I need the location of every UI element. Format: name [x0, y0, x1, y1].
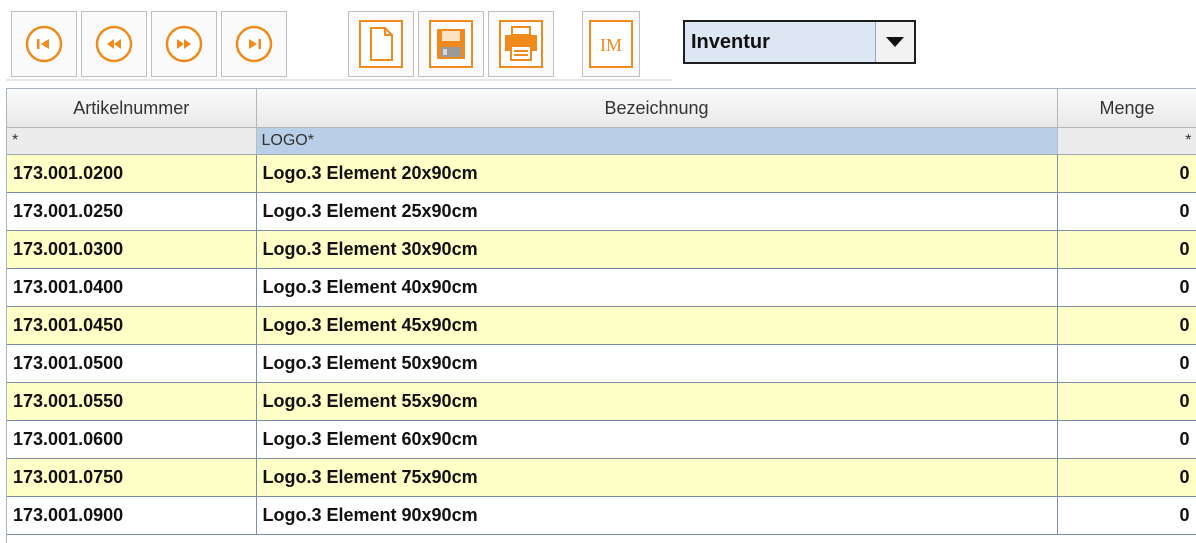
cell-bezeichnung[interactable]: Logo.3 Element 50x90cm — [256, 344, 1058, 383]
cell-bezeichnung[interactable]: Logo.3 Element 60x90cm — [256, 420, 1058, 459]
filter-menge[interactable]: * — [1057, 127, 1196, 155]
cell-artikelnummer[interactable]: 173.001.0900 — [7, 496, 257, 535]
table-row[interactable]: 173.001.0900 Logo.3 Element 90x90cm 0 — [7, 496, 1196, 535]
mode-select[interactable]: Inventur — [683, 20, 916, 64]
cell-artikelnummer[interactable]: 173.001.0450 — [7, 306, 257, 345]
printer-icon — [499, 20, 543, 68]
im-button[interactable]: IM — [582, 11, 640, 77]
im-icon: IM — [589, 20, 633, 68]
cell-artikelnummer[interactable]: 173.001.0250 — [7, 192, 257, 231]
cell-menge[interactable]: 0 — [1057, 268, 1196, 307]
mode-select-value[interactable]: Inventur — [685, 22, 876, 62]
cell-bezeichnung[interactable]: Logo.3 Element 40x90cm — [256, 268, 1058, 307]
cell-artikelnummer[interactable]: 173.001.0750 — [7, 458, 257, 497]
table-row[interactable]: 173.001.0400 Logo.3 Element 40x90cm 0 — [7, 268, 1196, 307]
im-label: IM — [600, 35, 622, 55]
cell-bezeichnung[interactable]: Logo.3 Element 90x90cm — [256, 496, 1058, 535]
cell-artikelnummer[interactable]: 173.001.0600 — [7, 420, 257, 459]
cell-artikelnummer[interactable]: 173.001.0400 — [7, 268, 257, 307]
filter-row: * LOGO* * — [7, 127, 1196, 155]
cell-bezeichnung[interactable]: Logo.3 Element 55x90cm — [256, 382, 1058, 421]
rewind-icon — [95, 25, 133, 63]
cell-bezeichnung[interactable]: Logo.3 Element 30x90cm — [256, 230, 1058, 269]
table-row[interactable]: 173.001.0550 Logo.3 Element 55x90cm 0 — [7, 382, 1196, 421]
next-record-button[interactable] — [151, 11, 217, 77]
chevron-down-icon[interactable] — [876, 22, 914, 62]
cell-menge[interactable]: 0 — [1057, 344, 1196, 383]
cell-menge[interactable]: 0 — [1057, 306, 1196, 345]
cell-menge[interactable]: 0 — [1057, 192, 1196, 231]
cell-menge[interactable]: 0 — [1057, 420, 1196, 459]
cell-bezeichnung[interactable]: Logo.3 Element 20x90cm — [256, 154, 1058, 193]
cell-artikelnummer[interactable]: 173.001.0200 — [7, 154, 257, 193]
filter-bezeichnung[interactable]: LOGO* — [256, 127, 1058, 155]
filter-artikelnummer[interactable]: * — [7, 127, 257, 155]
print-button[interactable] — [488, 11, 554, 77]
cell-artikelnummer[interactable]: 173.001.0500 — [7, 344, 257, 383]
table-row[interactable]: 173.001.0500 Logo.3 Element 50x90cm 0 — [7, 344, 1196, 383]
cell-menge[interactable]: 0 — [1057, 154, 1196, 193]
last-record-button[interactable] — [221, 11, 287, 77]
toolbar-divider — [6, 79, 672, 81]
cell-menge[interactable]: 0 — [1057, 382, 1196, 421]
column-header-menge[interactable]: Menge — [1057, 89, 1196, 128]
floppy-disk-icon — [429, 20, 473, 68]
table-row[interactable]: 173.001.0200 Logo.3 Element 20x90cm 0 — [7, 154, 1196, 193]
fast-forward-icon — [165, 25, 203, 63]
column-header-artikelnummer[interactable]: Artikelnummer — [7, 89, 257, 128]
cell-bezeichnung[interactable]: Logo.3 Element 75x90cm — [256, 458, 1058, 497]
skip-to-first-icon — [25, 25, 63, 63]
cell-menge[interactable]: 0 — [1057, 496, 1196, 535]
save-button[interactable] — [418, 11, 484, 77]
column-header-bezeichnung[interactable]: Bezeichnung — [256, 89, 1058, 128]
new-document-icon — [359, 20, 403, 68]
cell-menge[interactable]: 0 — [1057, 230, 1196, 269]
cell-bezeichnung[interactable]: Logo.3 Element 25x90cm — [256, 192, 1058, 231]
table-row[interactable]: 173.001.0750 Logo.3 Element 75x90cm 0 — [7, 458, 1196, 497]
toolbar: IM Inventur — [0, 0, 1196, 82]
cell-menge[interactable]: 0 — [1057, 458, 1196, 497]
table-row[interactable]: 173.001.0450 Logo.3 Element 45x90cm 0 — [7, 306, 1196, 345]
new-document-button[interactable] — [348, 11, 414, 77]
table-row[interactable]: 173.001.0600 Logo.3 Element 60x90cm 0 — [7, 420, 1196, 459]
cell-artikelnummer[interactable]: 173.001.0300 — [7, 230, 257, 269]
first-record-button[interactable] — [11, 11, 77, 77]
skip-to-last-icon — [235, 25, 273, 63]
cell-artikelnummer[interactable]: 173.001.0550 — [7, 382, 257, 421]
article-table: Artikelnummer Bezeichnung Menge * LOGO* … — [6, 88, 1196, 543]
cell-bezeichnung[interactable]: Logo.3 Element 45x90cm — [256, 306, 1058, 345]
previous-record-button[interactable] — [81, 11, 147, 77]
table-row[interactable]: 173.001.0300 Logo.3 Element 30x90cm 0 — [7, 230, 1196, 269]
table-row[interactable]: 173.001.0250 Logo.3 Element 25x90cm 0 — [7, 192, 1196, 231]
